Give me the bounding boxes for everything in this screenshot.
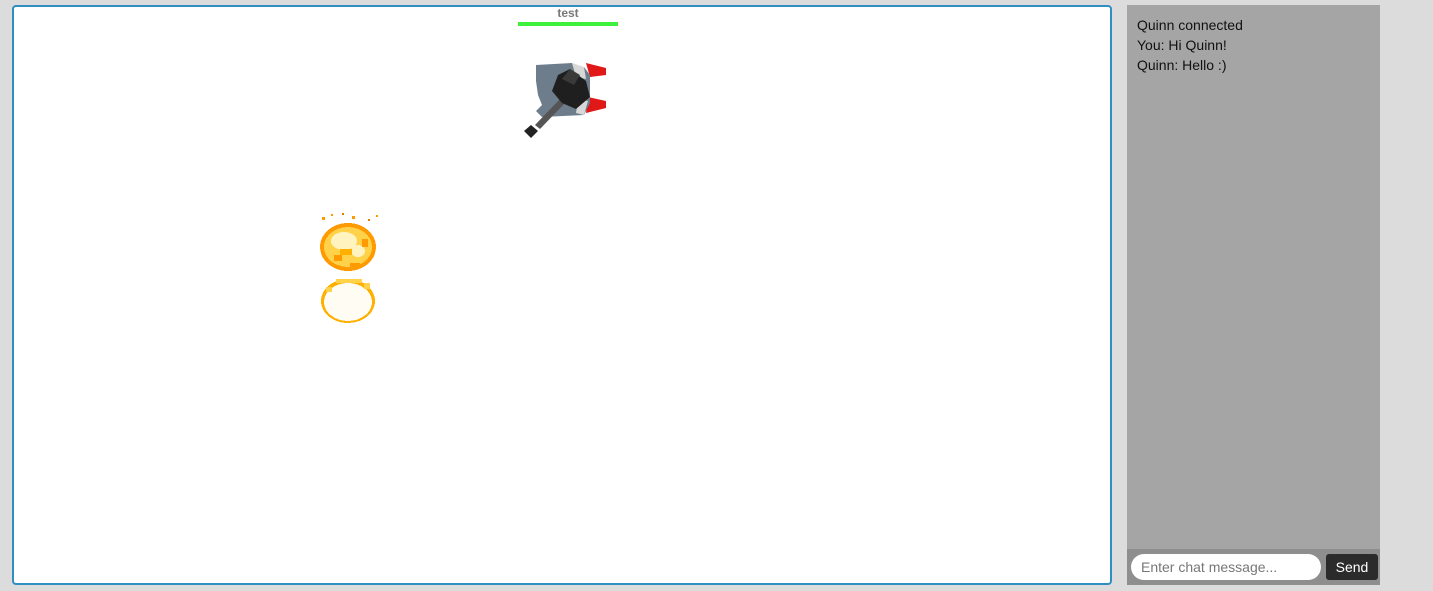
explosion-icon xyxy=(320,213,378,323)
player-name: test xyxy=(557,6,579,20)
send-button[interactable]: Send xyxy=(1326,554,1378,580)
tank-muzzle xyxy=(524,125,538,138)
health-bar-fill xyxy=(518,22,618,26)
chat-message: Quinn connected xyxy=(1137,17,1243,33)
health-bar xyxy=(518,22,618,26)
tank-icon xyxy=(524,63,606,138)
chat-panel: Quinn connected You: Hi Quinn! Quinn: He… xyxy=(1127,5,1380,585)
chat-log: Quinn connected You: Hi Quinn! Quinn: He… xyxy=(1137,15,1370,75)
player-tag: test xyxy=(518,6,618,26)
chat-form: Send xyxy=(1127,549,1380,585)
chat-message: Quinn: Hello :) xyxy=(1137,57,1227,73)
chat-message-input[interactable] xyxy=(1131,554,1321,580)
chat-message: You: Hi Quinn! xyxy=(1137,37,1227,53)
game-canvas[interactable]: test xyxy=(12,5,1112,585)
